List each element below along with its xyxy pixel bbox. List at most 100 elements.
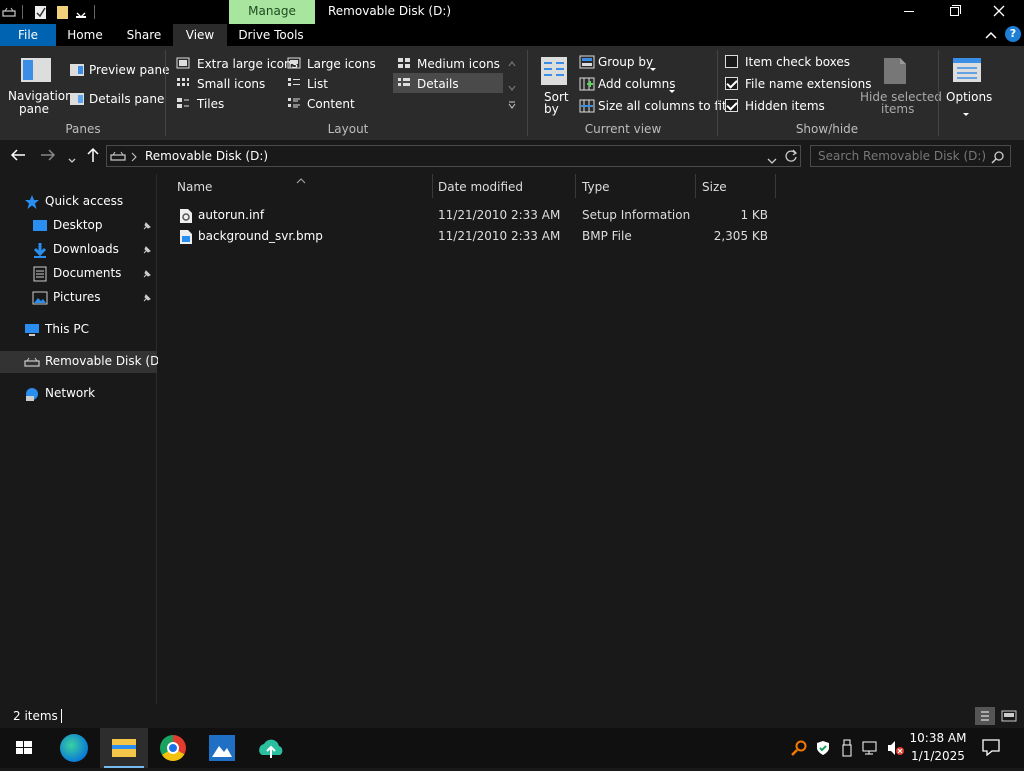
table-row[interactable]: autorun.inf 11/21/2010 2:33 AM Setup Inf… — [170, 206, 775, 226]
refresh-icon[interactable] — [784, 149, 798, 166]
column-header-type[interactable]: Type — [582, 180, 610, 194]
clock-time[interactable]: 10:38 AM — [900, 731, 976, 745]
divider[interactable] — [775, 174, 776, 198]
add-columns-button[interactable]: Add columns — [598, 77, 675, 91]
item-count: 2 items — [13, 709, 58, 723]
nav-quick-access[interactable]: Quick access — [45, 194, 123, 208]
nav-removable-disk[interactable]: Removable Disk (D:) — [45, 354, 168, 368]
settings-file-icon — [180, 209, 192, 223]
recent-locations-icon[interactable] — [68, 153, 76, 167]
item-check-boxes-checkbox[interactable] — [725, 55, 738, 68]
status-bar: 2 items — [0, 704, 1024, 728]
file-name-extensions-checkbox[interactable] — [725, 77, 738, 90]
qat-dropdown-icon[interactable] — [76, 8, 86, 18]
navigation-pane-button[interactable]: Navigation pane — [6, 52, 73, 118]
file-explorer-icon[interactable] — [100, 728, 148, 768]
up-button[interactable] — [86, 147, 100, 166]
pin-icon[interactable] — [142, 292, 152, 306]
chrome-icon[interactable] — [160, 735, 186, 761]
collapse-ribbon-icon[interactable] — [984, 28, 998, 45]
details-pane-button[interactable]: Details pane — [89, 92, 164, 106]
search-tray-icon[interactable] — [791, 740, 807, 759]
restore-button[interactable] — [940, 0, 968, 24]
nav-this-pc[interactable]: This PC — [45, 322, 89, 336]
tab-drive-tools[interactable]: Drive Tools — [231, 24, 311, 46]
nav-pictures[interactable]: Pictures — [53, 290, 101, 304]
tab-home[interactable]: Home — [58, 24, 112, 46]
column-header-name[interactable]: Name — [177, 180, 212, 194]
file-name-extensions-label[interactable]: File name extensions — [745, 77, 872, 91]
large-icons-view-button[interactable] — [999, 707, 1019, 725]
help-icon[interactable]: ? — [1005, 26, 1021, 42]
manage-context-tab[interactable]: Manage — [229, 0, 315, 24]
clock-date[interactable]: 1/1/2025 — [900, 749, 976, 763]
nav-network[interactable]: Network — [45, 386, 95, 400]
star-icon — [25, 195, 39, 209]
navigation-pane-label-2: pane — [19, 102, 49, 116]
usb-drive-icon[interactable] — [841, 739, 853, 760]
current-view-group-label: Current view — [584, 122, 662, 136]
layout-large-icons[interactable]: Large icons — [307, 57, 376, 71]
tab-share[interactable]: Share — [116, 24, 172, 46]
layout-content[interactable]: Content — [307, 97, 355, 111]
properties-icon[interactable] — [34, 4, 48, 20]
layout-details[interactable]: Details — [417, 77, 459, 91]
divider[interactable] — [575, 174, 576, 198]
nav-downloads[interactable]: Downloads — [53, 242, 119, 256]
pin-icon[interactable] — [142, 220, 152, 234]
layout-scroll-down-icon[interactable] — [508, 80, 516, 94]
size-all-columns-button[interactable]: Size all columns to fit — [598, 99, 727, 113]
nav-desktop[interactable]: Desktop — [53, 218, 103, 232]
hide-selected-items-button[interactable]: Hide selected items — [858, 52, 942, 118]
details-view-button[interactable] — [975, 707, 995, 725]
file-size: 2,305 KB — [713, 229, 768, 243]
hidden-items-checkbox[interactable] — [725, 99, 738, 112]
sort-by-button[interactable]: Sort by — [536, 52, 572, 118]
pin-icon[interactable] — [142, 268, 152, 282]
column-header-size[interactable]: Size — [702, 180, 727, 194]
notifications-icon[interactable] — [982, 738, 1000, 759]
tab-file[interactable]: File — [0, 24, 56, 46]
tab-view[interactable]: View — [173, 24, 227, 46]
layout-scroll-up-icon[interactable] — [508, 56, 516, 70]
back-button[interactable] — [10, 148, 26, 165]
minimize-button[interactable] — [896, 0, 924, 24]
group-by-button[interactable]: Group by — [598, 55, 653, 69]
nav-documents[interactable]: Documents — [53, 266, 121, 280]
options-icon — [953, 58, 981, 82]
pin-icon[interactable] — [142, 244, 152, 258]
layout-expand-icon[interactable] — [508, 98, 516, 112]
options-button[interactable]: Options — [942, 52, 992, 118]
hide-selected-label-2: items — [881, 102, 915, 116]
address-bar[interactable]: Removable Disk (D:) — [106, 145, 801, 167]
layout-list[interactable]: List — [307, 77, 328, 91]
search-input[interactable]: Search Removable Disk (D:) — [810, 145, 1011, 167]
layout-small-icons[interactable]: Small icons — [197, 77, 265, 91]
item-check-boxes-label[interactable]: Item check boxes — [745, 55, 850, 69]
file-date: 11/21/2010 2:33 AM — [438, 208, 561, 222]
file-name: autorun.inf — [198, 208, 265, 222]
photos-app-icon[interactable] — [209, 735, 235, 761]
panes-group-label: Panes — [65, 122, 101, 136]
divider[interactable] — [695, 174, 696, 198]
cloud-upload-icon[interactable] — [256, 737, 286, 761]
address-dropdown-icon[interactable] — [767, 153, 777, 167]
column-header-date-modified[interactable]: Date modified — [438, 180, 523, 194]
table-row[interactable]: background_svr.bmp 11/21/2010 2:33 AM BM… — [170, 227, 775, 247]
search-icon[interactable] — [991, 150, 1005, 167]
hidden-items-label[interactable]: Hidden items — [745, 99, 825, 113]
sort-by-icon — [541, 57, 567, 85]
new-folder-icon[interactable] — [56, 4, 70, 20]
preview-pane-button[interactable]: Preview pane — [89, 63, 169, 77]
forward-button[interactable] — [40, 148, 56, 165]
security-shield-icon[interactable] — [815, 740, 831, 759]
breadcrumb[interactable]: Removable Disk (D:) — [145, 149, 268, 163]
divider[interactable] — [432, 174, 433, 198]
layout-extra-large-icons[interactable]: Extra large icons — [197, 57, 298, 71]
edge-icon[interactable] — [60, 734, 88, 762]
layout-medium-icons[interactable]: Medium icons — [417, 57, 500, 71]
close-button[interactable] — [986, 0, 1014, 24]
start-button[interactable] — [0, 728, 48, 768]
layout-tiles[interactable]: Tiles — [197, 97, 224, 111]
network-tray-icon[interactable] — [862, 741, 880, 758]
